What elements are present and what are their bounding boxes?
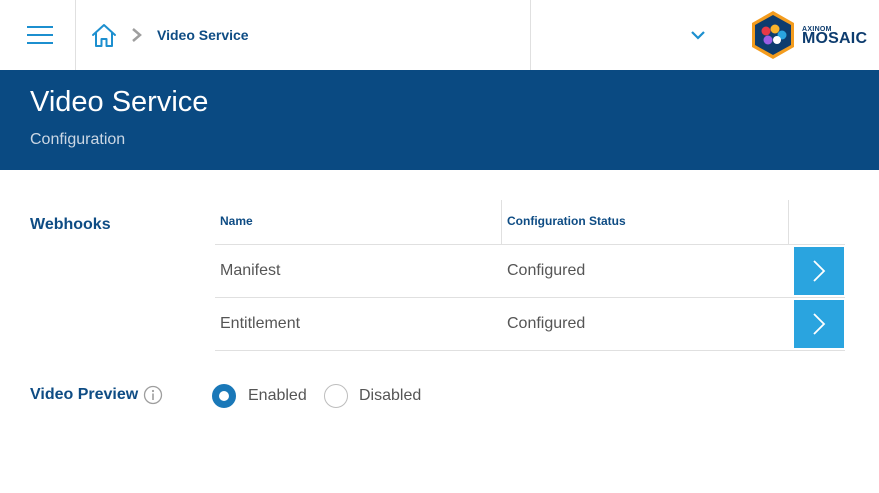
info-icon[interactable]	[143, 385, 163, 405]
mosaic-logo-icon	[752, 11, 794, 59]
chevron-right-icon	[813, 313, 826, 335]
column-divider	[788, 200, 789, 244]
row-divider	[215, 297, 845, 298]
radio-enabled[interactable]	[212, 384, 236, 408]
chevron-right-icon	[132, 28, 142, 42]
chevron-down-icon[interactable]	[689, 27, 707, 43]
open-entitlement-button[interactable]	[794, 300, 844, 348]
webhook-name: Manifest	[220, 262, 281, 279]
logo-main-text: MOSAIC	[802, 30, 868, 47]
row-divider	[215, 244, 845, 245]
column-header-name: Name	[220, 214, 253, 228]
open-manifest-button[interactable]	[794, 247, 844, 295]
webhook-status: Configured	[507, 262, 586, 279]
page-title: Video Service	[30, 86, 209, 118]
hamburger-icon	[27, 26, 53, 44]
axinom-mosaic-logo: AXINOM MOSAIC	[748, 10, 867, 60]
webhooks-label: Webhooks	[30, 216, 111, 233]
top-bar: Video Service AXINOM MOSAIC	[0, 0, 879, 70]
radio-disabled-label[interactable]: Disabled	[359, 387, 421, 405]
breadcrumb-current: Video Service	[157, 27, 249, 43]
page-subtitle: Configuration	[30, 131, 126, 148]
webhook-status: Configured	[507, 315, 586, 332]
webhook-name: Entitlement	[220, 315, 301, 332]
radio-enabled-label[interactable]: Enabled	[248, 387, 307, 405]
divider	[530, 0, 531, 70]
column-divider	[501, 200, 502, 244]
home-icon[interactable]	[91, 22, 117, 48]
column-header-status: Configuration Status	[507, 214, 626, 228]
video-preview-label: Video Preview	[30, 386, 139, 403]
page-header: Video Service Configuration	[0, 70, 879, 170]
radio-disabled[interactable]	[324, 384, 348, 408]
chevron-right-icon	[813, 260, 826, 282]
row-divider	[215, 350, 845, 351]
menu-button[interactable]	[0, 0, 76, 70]
